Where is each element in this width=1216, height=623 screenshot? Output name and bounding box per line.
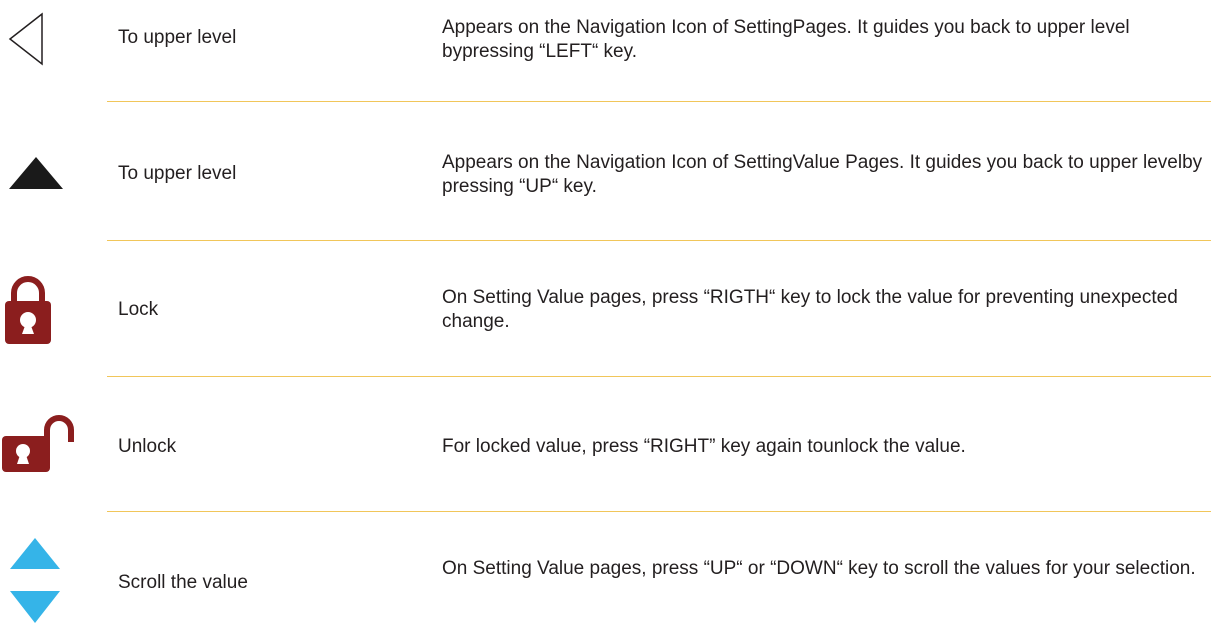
row-label: To upper level	[118, 27, 237, 48]
row-label: Lock	[118, 299, 159, 320]
row-description: Appears on the Navigation Icon of Settin…	[442, 152, 1203, 197]
scroll-arrows-icon	[10, 538, 60, 623]
divider	[107, 376, 1211, 377]
lock-icon	[5, 276, 51, 344]
unlock-icon	[2, 415, 74, 472]
row-description: On Setting Value pages, press “RIGTH“ ke…	[442, 287, 1178, 332]
row-label: To upper level	[118, 163, 237, 184]
row-description: For locked value, press “RIGHT” key agai…	[442, 436, 966, 457]
divider	[107, 511, 1211, 512]
row-label: Unlock	[118, 436, 177, 457]
row-description: On Setting Value pages, press “UP“ or “D…	[442, 558, 1196, 579]
row-label: Scroll the value	[118, 572, 248, 593]
divider	[107, 101, 1211, 102]
row-description: Appears on the Navigation Icon of Settin…	[442, 17, 1130, 62]
divider	[107, 240, 1211, 241]
left-arrow-outline-icon	[8, 12, 43, 66]
up-triangle-icon	[9, 157, 63, 189]
